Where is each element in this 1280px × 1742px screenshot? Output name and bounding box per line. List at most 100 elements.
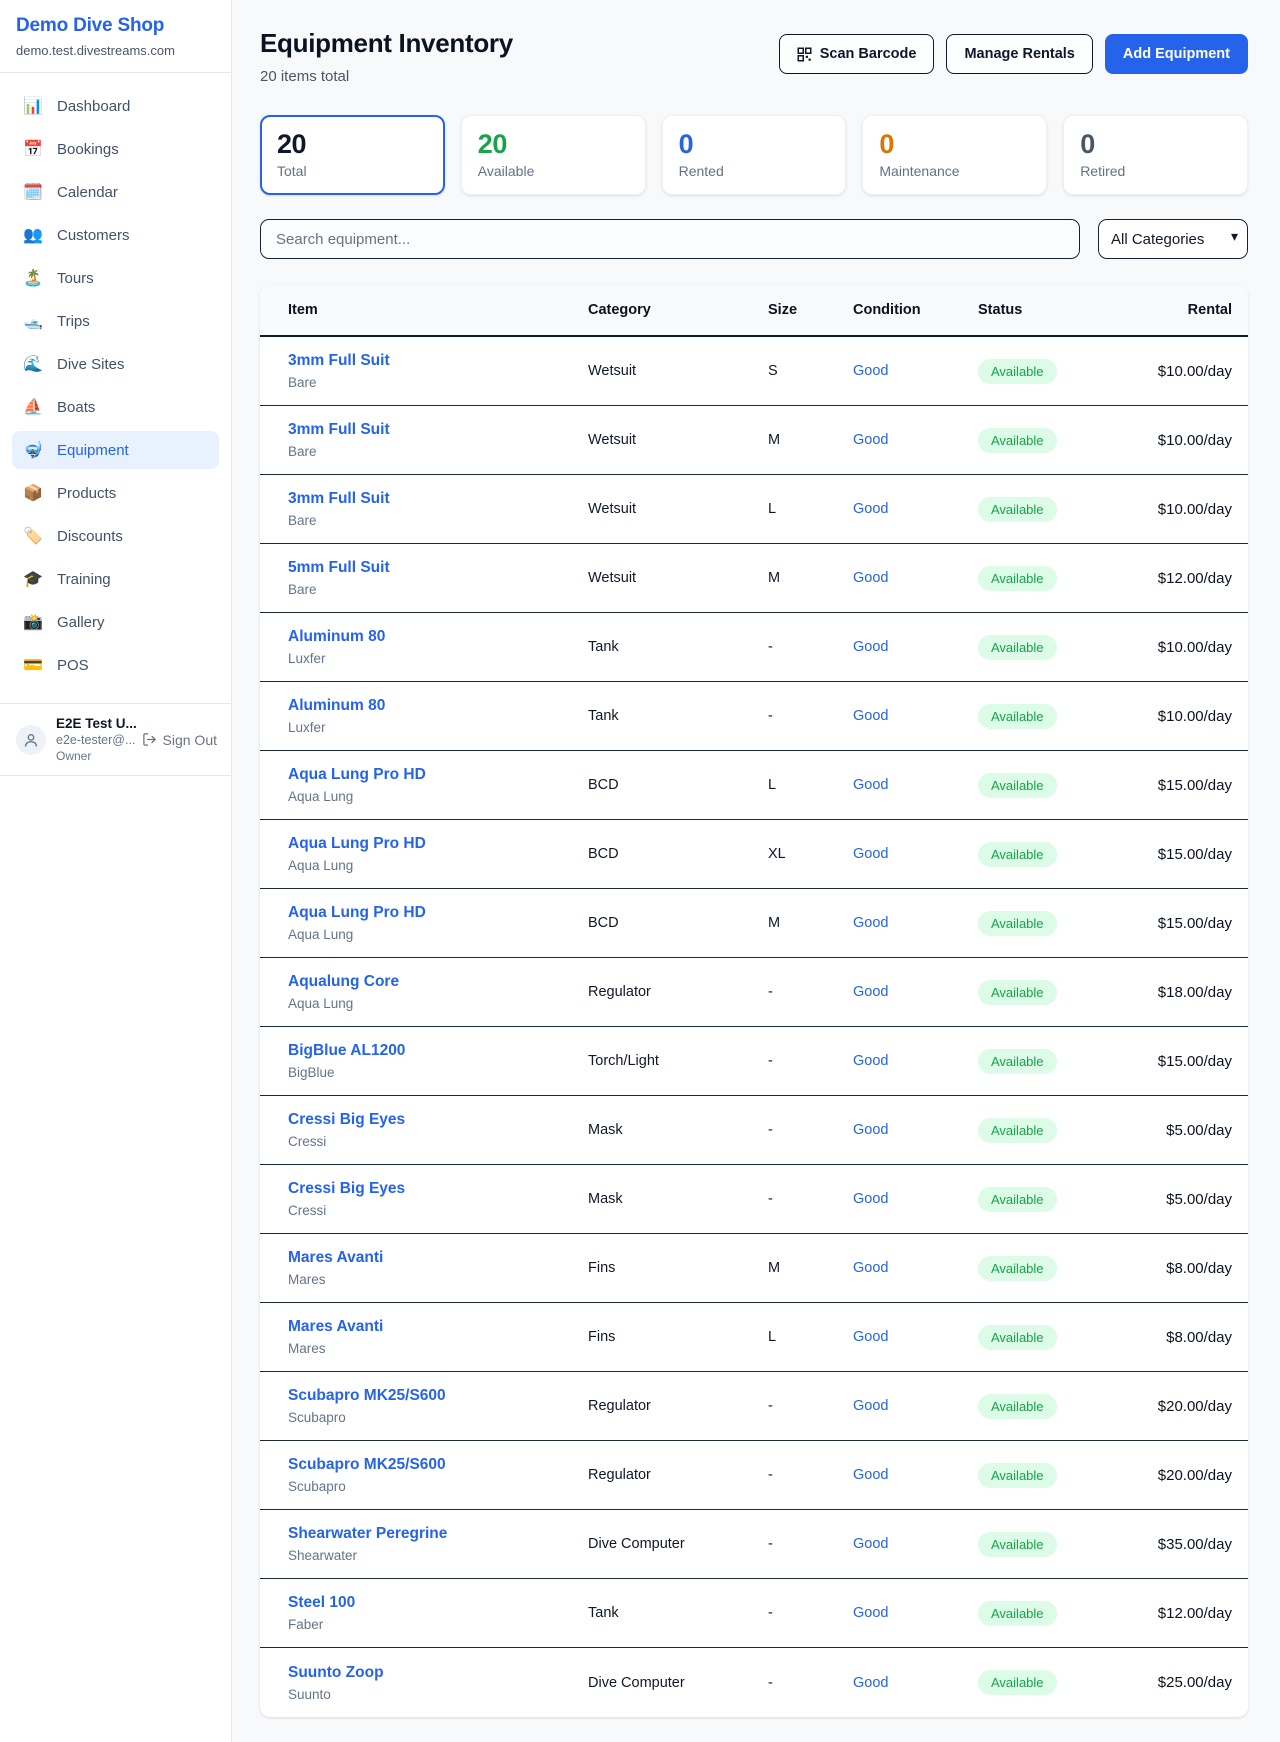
condition-link[interactable]: Good — [853, 708, 978, 724]
rental-price: $10.00/day — [1140, 501, 1232, 518]
sidebar-item-training[interactable]: 🎓 Training — [12, 560, 219, 598]
rental-price: $5.00/day — [1140, 1191, 1232, 1208]
item-name-link[interactable]: Aqualung Core — [288, 973, 588, 991]
item-name-link[interactable]: 5mm Full Suit — [288, 559, 588, 577]
item-name-link[interactable]: 3mm Full Suit — [288, 490, 588, 508]
item-name-link[interactable]: Suunto Zoop — [288, 1664, 588, 1682]
condition-link[interactable]: Good — [853, 1605, 978, 1621]
sidebar-item-discounts[interactable]: 🏷️ Discounts — [12, 517, 219, 555]
condition-link[interactable]: Good — [853, 1536, 978, 1552]
condition-link[interactable]: Good — [853, 984, 978, 1000]
item-name-link[interactable]: Shearwater Peregrine — [288, 1525, 588, 1543]
condition-link[interactable]: Good — [853, 570, 978, 586]
status-badge: Available — [978, 1049, 1057, 1074]
item-name-link[interactable]: Cressi Big Eyes — [288, 1111, 588, 1129]
sidebar-item-gallery[interactable]: 📸 Gallery — [12, 603, 219, 641]
item-name-link[interactable]: Aqua Lung Pro HD — [288, 766, 588, 784]
item-name-link[interactable]: Mares Avanti — [288, 1249, 588, 1267]
item-name-link[interactable]: BigBlue AL1200 — [288, 1042, 588, 1060]
size-cell: - — [768, 708, 853, 724]
scan-barcode-button[interactable]: Scan Barcode — [779, 34, 935, 74]
condition-link[interactable]: Good — [853, 432, 978, 448]
stat-card-available[interactable]: 20 Available — [461, 115, 646, 195]
sign-out-label: Sign Out — [163, 732, 217, 748]
rental-price: $10.00/day — [1140, 639, 1232, 656]
size-cell: M — [768, 570, 853, 586]
category-cell: Regulator — [588, 1467, 768, 1483]
sidebar-item-calendar[interactable]: 🗓️ Calendar — [12, 173, 219, 211]
column-header-item: Item — [288, 302, 588, 318]
item-brand: Suunto — [288, 1687, 588, 1702]
stat-label: Total — [277, 163, 428, 179]
item-name-link[interactable]: Mares Avanti — [288, 1318, 588, 1336]
sidebar-item-pos[interactable]: 💳 POS — [12, 646, 219, 684]
size-cell: M — [768, 1260, 853, 1276]
condition-link[interactable]: Good — [853, 1467, 978, 1483]
item-name-link[interactable]: Aqua Lung Pro HD — [288, 904, 588, 922]
rental-price: $10.00/day — [1140, 432, 1232, 449]
stat-label: Available — [478, 163, 629, 179]
status-badge: Available — [978, 359, 1057, 384]
item-name-link[interactable]: Aluminum 80 — [288, 628, 588, 646]
page-header: Equipment Inventory 20 items total Scan … — [260, 28, 1248, 85]
condition-link[interactable]: Good — [853, 1398, 978, 1414]
condition-link[interactable]: Good — [853, 1122, 978, 1138]
condition-link[interactable]: Good — [853, 639, 978, 655]
condition-link[interactable]: Good — [853, 1675, 978, 1691]
condition-link[interactable]: Good — [853, 1191, 978, 1207]
sidebar-item-dashboard[interactable]: 📊 Dashboard — [12, 87, 219, 125]
condition-link[interactable]: Good — [853, 501, 978, 517]
sidebar-item-equipment[interactable]: 🤿 Equipment — [12, 431, 219, 469]
size-cell: XL — [768, 846, 853, 862]
manage-rentals-label: Manage Rentals — [964, 46, 1074, 62]
status-badge: Available — [978, 1670, 1057, 1695]
sign-out-button[interactable]: Sign Out — [142, 732, 217, 748]
sidebar-item-bookings[interactable]: 📅 Bookings — [12, 130, 219, 168]
condition-link[interactable]: Good — [853, 915, 978, 931]
search-input[interactable] — [260, 219, 1080, 259]
item-name-link[interactable]: 3mm Full Suit — [288, 352, 588, 370]
sidebar-item-trips[interactable]: 🛥️ Trips — [12, 302, 219, 340]
item-name-link[interactable]: Steel 100 — [288, 1594, 588, 1612]
table-row: Scubapro MK25/S600 Scubapro Regulator - … — [260, 1372, 1248, 1441]
condition-link[interactable]: Good — [853, 1260, 978, 1276]
item-cell: Aqua Lung Pro HD Aqua Lung — [288, 904, 588, 942]
sidebar-item-dive-sites[interactable]: 🌊 Dive Sites — [12, 345, 219, 383]
item-name-link[interactable]: Cressi Big Eyes — [288, 1180, 588, 1198]
condition-link[interactable]: Good — [853, 777, 978, 793]
stat-card-retired[interactable]: 0 Retired — [1063, 115, 1248, 195]
category-cell: Regulator — [588, 984, 768, 1000]
stat-card-maintenance[interactable]: 0 Maintenance — [862, 115, 1047, 195]
rental-price: $25.00/day — [1140, 1674, 1232, 1691]
size-cell: - — [768, 639, 853, 655]
category-cell: Torch/Light — [588, 1053, 768, 1069]
sidebar-item-products[interactable]: 📦 Products — [12, 474, 219, 512]
condition-link[interactable]: Good — [853, 363, 978, 379]
sailboat-icon: ⛵ — [22, 397, 44, 417]
condition-link[interactable]: Good — [853, 1053, 978, 1069]
rental-price: $15.00/day — [1140, 1053, 1232, 1070]
stat-card-rented[interactable]: 0 Rented — [662, 115, 847, 195]
item-brand: Aqua Lung — [288, 858, 588, 873]
people-icon: 👥 — [22, 225, 44, 245]
sidebar-item-customers[interactable]: 👥 Customers — [12, 216, 219, 254]
status-cell: Available — [978, 773, 1140, 798]
item-name-link[interactable]: Scubapro MK25/S600 — [288, 1456, 588, 1474]
category-cell: Tank — [588, 708, 768, 724]
item-name-link[interactable]: Aqua Lung Pro HD — [288, 835, 588, 853]
items-total-count: 20 items total — [260, 68, 513, 85]
logout-icon — [142, 732, 157, 747]
sidebar-item-boats[interactable]: ⛵ Boats — [12, 388, 219, 426]
item-name-link[interactable]: Aluminum 80 — [288, 697, 588, 715]
item-name-link[interactable]: Scubapro MK25/S600 — [288, 1387, 588, 1405]
size-cell: - — [768, 1605, 853, 1621]
stat-value: 0 — [1080, 129, 1231, 160]
condition-link[interactable]: Good — [853, 846, 978, 862]
sidebar-item-tours[interactable]: 🏝️ Tours — [12, 259, 219, 297]
manage-rentals-button[interactable]: Manage Rentals — [946, 34, 1092, 74]
category-select[interactable]: All Categories — [1098, 219, 1248, 259]
item-name-link[interactable]: 3mm Full Suit — [288, 421, 588, 439]
condition-link[interactable]: Good — [853, 1329, 978, 1345]
stat-card-total[interactable]: 20 Total — [260, 115, 445, 195]
add-equipment-button[interactable]: Add Equipment — [1105, 34, 1248, 74]
